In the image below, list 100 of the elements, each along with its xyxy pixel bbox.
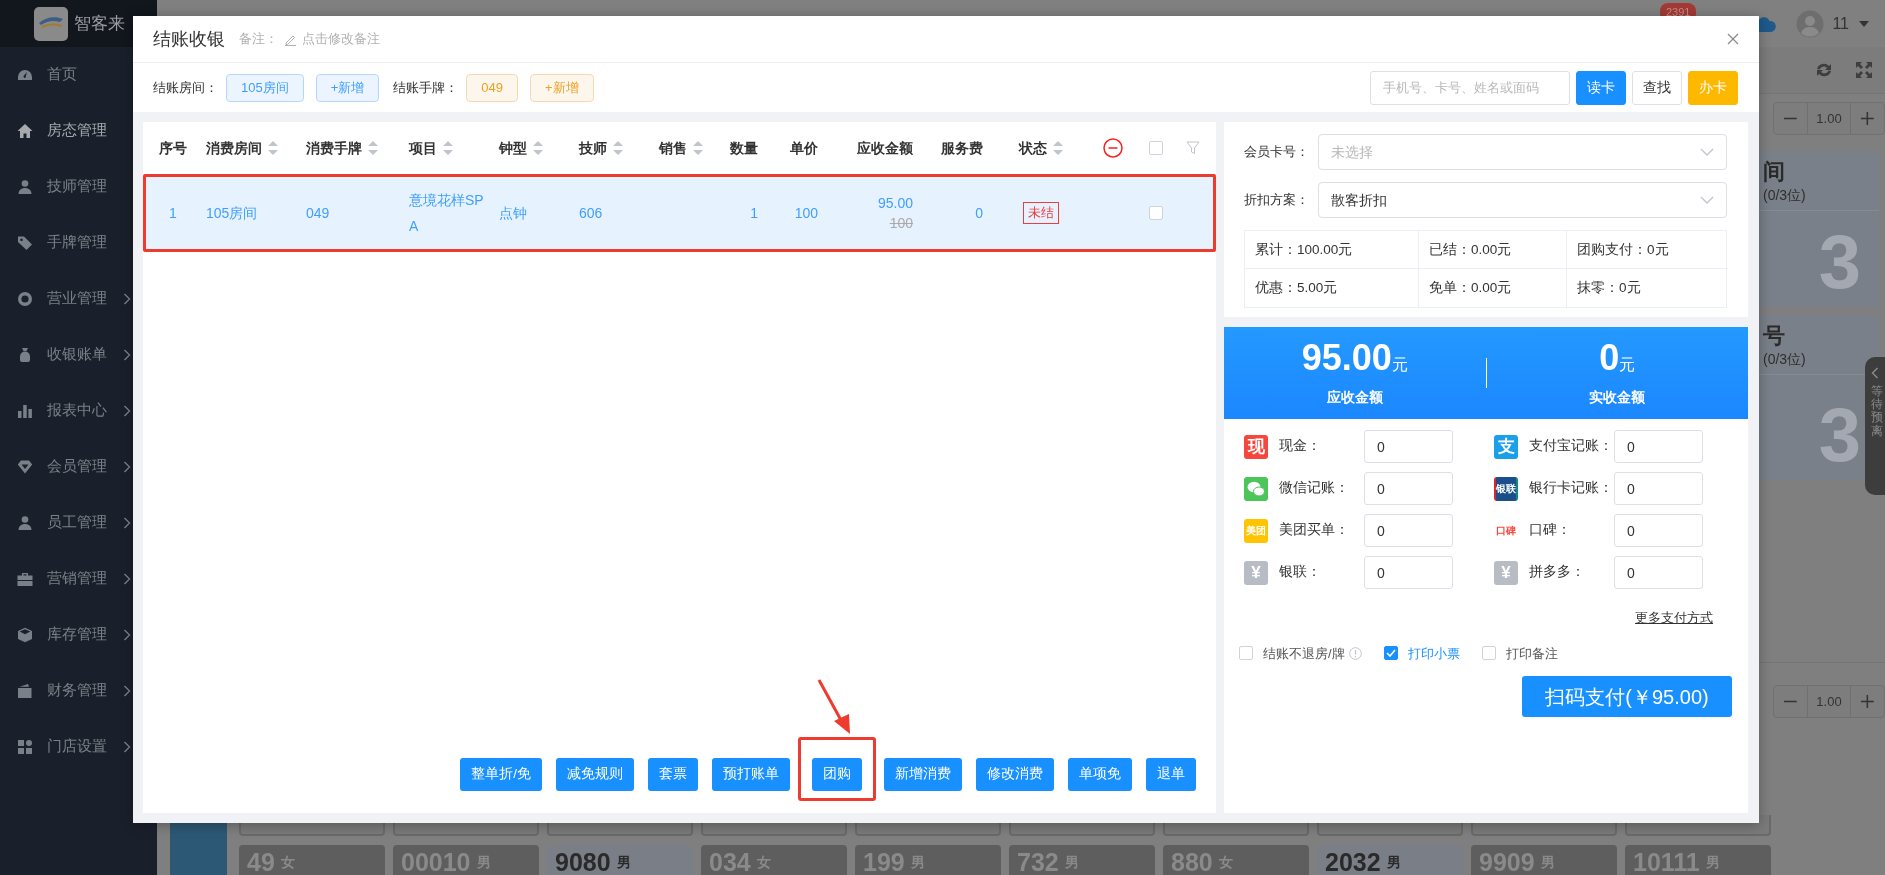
sidebar-item[interactable]: 报表中心 <box>0 383 157 439</box>
option-checkbox[interactable] <box>1239 646 1253 661</box>
sidebar-item[interactable]: 员工管理 <box>0 495 157 551</box>
action-button[interactable]: 单项免 <box>1068 758 1132 791</box>
option-label[interactable]: 打印备注 <box>1505 643 1558 663</box>
number-stepper[interactable]: 1.00 <box>1773 685 1885 718</box>
scan-pay-button[interactable]: 扫码支付(￥95.00) <box>1522 676 1732 717</box>
action-button[interactable]: 整单折/免 <box>460 758 542 791</box>
hand-tag-card[interactable]: 9080 男 <box>547 845 693 875</box>
summary-cell: 团购支付：0元 <box>1567 231 1728 269</box>
column-header[interactable]: 状态 <box>1018 137 1047 159</box>
hand-tag-card[interactable]: 2032 男 <box>1317 845 1463 875</box>
sidebar-item[interactable]: 财务管理 <box>0 663 157 719</box>
side-tab[interactable]: 等待预离 <box>1865 357 1885 495</box>
column-header[interactable]: 项目 <box>409 137 437 159</box>
row-checkbox[interactable] <box>1148 206 1163 220</box>
number-stepper[interactable]: 1.00 <box>1773 102 1885 135</box>
chevron-left-icon[interactable] <box>1871 367 1879 379</box>
sort-icon[interactable] <box>613 141 623 155</box>
chevron-down-icon[interactable] <box>1700 196 1714 204</box>
cube-icon <box>17 627 33 643</box>
search-field[interactable]: 手机号、卡号、姓名或面码 <box>1370 70 1570 105</box>
select-all-checkbox[interactable] <box>1148 141 1163 155</box>
edit-note-link[interactable]: 点击修改备注 <box>302 29 380 49</box>
summary-cell: 优惠：5.00元 <box>1245 269 1419 307</box>
summary-cell: 累计：100.00元 <box>1245 231 1419 269</box>
ticket-icon: 口碑 <box>1494 518 1518 543</box>
column-header[interactable]: 技师 <box>579 137 607 159</box>
column-header[interactable]: 单价 <box>790 137 818 159</box>
find-button[interactable]: 查找 <box>1632 70 1682 105</box>
amount-field[interactable]: 0 <box>1364 430 1453 463</box>
sort-icon[interactable] <box>368 141 378 155</box>
payment-label: 美团买单： <box>1278 521 1350 540</box>
summary-cell: 已结：0.00元 <box>1419 231 1567 269</box>
column-header[interactable]: 应收金额 <box>857 137 913 159</box>
read-card-button[interactable]: 读卡 <box>1576 70 1626 105</box>
amount-field[interactable]: 0 <box>1364 556 1453 589</box>
action-button[interactable]: 团购 <box>812 758 862 791</box>
amount-field[interactable]: 0 <box>1614 514 1703 547</box>
action-button[interactable]: 预打账单 <box>712 758 790 791</box>
avatar-icon[interactable] <box>1796 9 1825 38</box>
sidebar-item[interactable]: 会员管理 <box>0 439 157 495</box>
sort-icon[interactable] <box>268 141 278 155</box>
hand-tag: 049 <box>466 73 518 102</box>
sort-icon[interactable] <box>533 141 543 155</box>
add-room-button[interactable]: +新增 <box>315 73 380 102</box>
caret-icon[interactable] <box>1859 20 1869 27</box>
more-payments-link[interactable]: 更多支付方式 <box>1635 608 1713 628</box>
grid-icon <box>17 739 33 755</box>
amount-field[interactable]: 0 <box>1614 556 1703 589</box>
column-header[interactable]: 消费手牌 <box>306 137 362 159</box>
action-button[interactable]: 退单 <box>1146 758 1196 791</box>
amount-field[interactable]: 0 <box>1614 472 1703 505</box>
payment-label: 银行卡记账： <box>1528 479 1614 498</box>
gauge-icon <box>17 67 33 83</box>
table-cell-text: 049 <box>306 203 330 223</box>
sort-icon[interactable] <box>693 141 703 155</box>
logo-icon <box>34 6 68 41</box>
amount-label: 实收金额 <box>1588 388 1647 407</box>
sort-icon[interactable] <box>1052 141 1063 155</box>
bank-card-icon: 银联 <box>1494 476 1518 501</box>
sidebar-item[interactable]: 收银账单 <box>0 327 157 383</box>
user-name[interactable]: 11 <box>1832 11 1849 36</box>
discount-select[interactable]: 散客折扣 <box>1318 182 1727 218</box>
amount-field[interactable]: 0 <box>1364 472 1453 505</box>
option-checkbox[interactable] <box>1383 646 1398 661</box>
column-header[interactable]: 服务费 <box>941 137 983 159</box>
amount-field[interactable]: 0 <box>1614 430 1703 463</box>
sidebar-item[interactable]: 营业管理 <box>0 271 157 327</box>
action-button[interactable]: 修改消费 <box>976 758 1054 791</box>
chevron-down-icon[interactable] <box>1700 148 1714 156</box>
action-button[interactable]: 套票 <box>648 758 698 791</box>
dialog-title: 结账收银 <box>153 27 225 51</box>
close-icon[interactable] <box>1727 33 1739 45</box>
option-label[interactable]: 结账不退房/牌 <box>1263 643 1345 663</box>
lifebuoy-icon <box>17 291 33 307</box>
info-icon[interactable] <box>1348 646 1362 660</box>
action-button[interactable]: 新增消费 <box>884 758 962 791</box>
sidebar-item[interactable]: 库存管理 <box>0 607 157 663</box>
amount-label: 应收金额 <box>1325 388 1384 407</box>
status-tag: 未结 <box>1022 202 1059 224</box>
option-label[interactable]: 打印小票 <box>1407 643 1460 663</box>
column-header[interactable]: 钟型 <box>499 137 527 159</box>
column-header[interactable]: 销售 <box>659 137 687 159</box>
refresh-icon[interactable] <box>1815 62 1833 78</box>
column-header[interactable]: 序号 <box>159 137 187 159</box>
sort-icon[interactable] <box>443 141 453 155</box>
fullscreen-icon[interactable] <box>1855 61 1873 79</box>
table-cell-text: 1 <box>169 203 177 223</box>
minus-circle-icon[interactable] <box>1103 138 1123 158</box>
sidebar-item[interactable]: 营销管理 <box>0 551 157 607</box>
column-header[interactable]: 消费房间 <box>206 137 262 159</box>
sidebar-item[interactable]: 门店设置 <box>0 719 157 775</box>
action-button[interactable]: 减免规则 <box>556 758 634 791</box>
filter-icon[interactable] <box>1186 141 1200 155</box>
column-header[interactable]: 数量 <box>730 137 758 159</box>
option-checkbox[interactable] <box>1481 646 1496 661</box>
table-row[interactable]: 1 105房间 049 意境花样SPA 点钟 606 1 100 95.00 100 0 未结 <box>146 177 1213 249</box>
sidebar-item[interactable]: 房态管理 <box>0 103 157 159</box>
amount-field[interactable]: 0 <box>1364 514 1453 547</box>
